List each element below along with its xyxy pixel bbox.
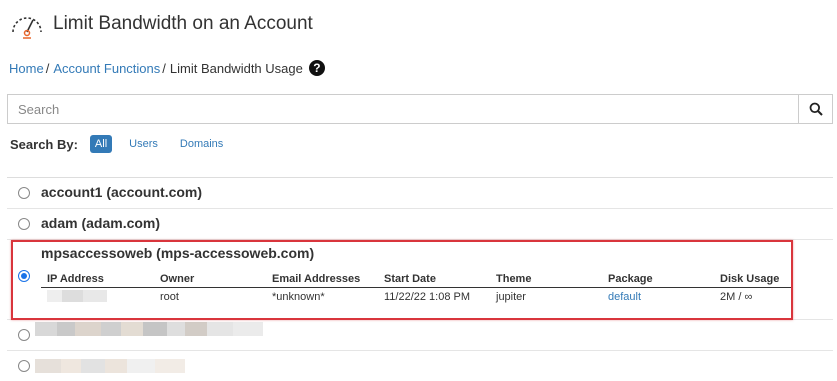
value-owner: root	[160, 291, 179, 303]
header-theme: Theme	[496, 272, 532, 285]
account-radio[interactable]	[18, 187, 30, 199]
account-row[interactable]: adam (adam.com)	[7, 209, 833, 240]
header-disk-usage: Disk Usage	[720, 272, 780, 285]
header-ip-address: IP Address	[47, 272, 104, 285]
details-value-row: root *unknown* 11/22/22 1:08 PM jupiter …	[41, 288, 791, 306]
account-details: IP Address Owner Email Addresses Start D…	[41, 270, 791, 306]
value-start-date: 11/22/22 1:08 PM	[384, 291, 471, 303]
account-label: account1 (account.com)	[41, 184, 203, 200]
account-row[interactable]	[7, 320, 833, 351]
header-start-date: Start Date	[384, 272, 436, 285]
page-title: Limit Bandwidth on an Account	[53, 13, 313, 34]
account-label: adam (adam.com)	[41, 215, 161, 231]
breadcrumb-home[interactable]: Home	[9, 61, 44, 76]
search-by: Search By: All Users Domains	[10, 134, 240, 154]
search-by-label: Search By:	[10, 136, 78, 152]
breadcrumb-current: Limit Bandwidth Usage	[169, 60, 303, 76]
account-row-selected[interactable]: mpsaccessoweb (mps-accessoweb.com) IP Ad…	[7, 240, 833, 320]
search-input[interactable]	[7, 94, 798, 124]
value-theme: jupiter	[496, 291, 526, 303]
account-row[interactable]	[7, 351, 833, 381]
filter-users[interactable]: Users	[124, 135, 163, 153]
redacted-ip	[47, 289, 107, 302]
filter-all[interactable]: All	[89, 135, 113, 153]
account-radio-selected[interactable]	[18, 270, 30, 282]
search-bar	[7, 94, 833, 124]
page-header: Limit Bandwidth on an Account	[9, 8, 313, 40]
account-radio[interactable]	[18, 360, 30, 372]
breadcrumb: Home / Account Functions / Limit Bandwid…	[9, 58, 325, 78]
value-disk-usage: 2M / ∞	[720, 291, 753, 303]
account-row[interactable]: account1 (account.com)	[7, 178, 833, 209]
value-ip-address	[41, 289, 160, 305]
account-radio[interactable]	[18, 218, 30, 230]
value-email-addresses: *unknown*	[272, 291, 325, 303]
help-icon[interactable]: ?	[308, 60, 325, 76]
redacted-account-label	[35, 359, 185, 373]
header-package: Package	[608, 272, 653, 285]
search-button[interactable]	[798, 94, 833, 124]
details-header-row: IP Address Owner Email Addresses Start D…	[41, 270, 791, 288]
breadcrumb-account-functions[interactable]: Account Functions	[53, 61, 160, 76]
header-owner: Owner	[160, 272, 195, 285]
account-label: mpsaccessoweb (mps-accessoweb.com)	[41, 245, 315, 261]
redacted-account-label	[35, 322, 263, 336]
breadcrumb-separator: /	[45, 60, 50, 76]
value-package-link[interactable]: default	[608, 291, 720, 303]
account-radio[interactable]	[18, 329, 30, 341]
breadcrumb-separator: /	[162, 60, 166, 76]
speedometer-icon	[12, 17, 42, 39]
filter-domains[interactable]: Domains	[175, 135, 228, 153]
account-list: account1 (account.com) adam (adam.com) m…	[7, 177, 833, 381]
search-icon	[809, 102, 823, 116]
header-email-addresses: Email Addresses	[272, 272, 361, 285]
